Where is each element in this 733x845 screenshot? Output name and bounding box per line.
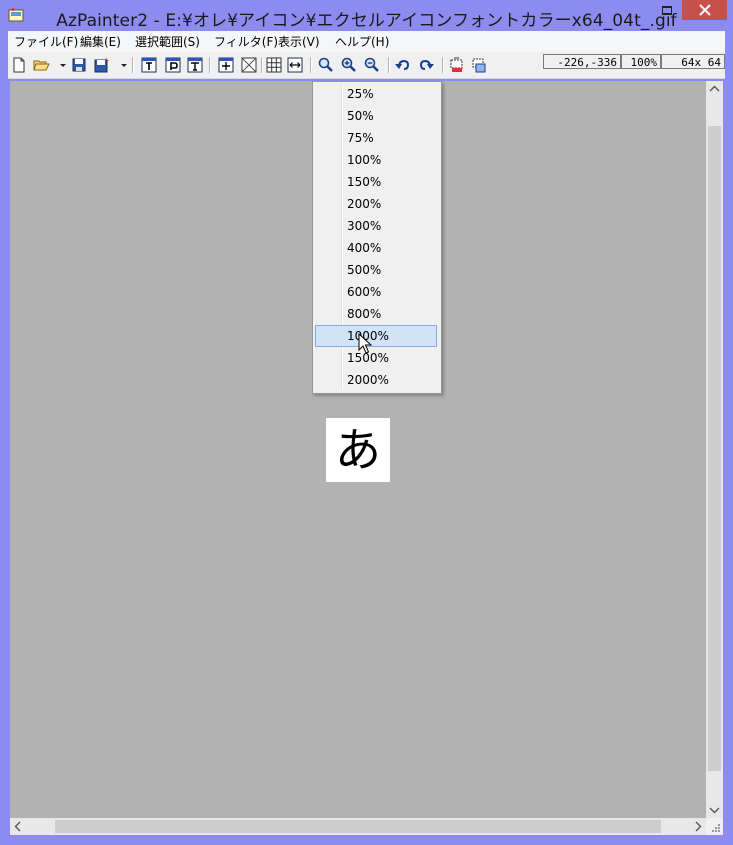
zoom-in-icon[interactable] [340,56,358,74]
save-icon[interactable] [70,56,88,74]
zoom-option[interactable]: 150% [315,171,437,193]
menu-file[interactable]: ファイル(F) [14,33,78,50]
toolbar-separator [132,57,134,73]
toolbar-separator [261,57,263,73]
menu-selection[interactable]: 選択範囲(S) [135,33,200,50]
save-as-icon[interactable] [93,56,111,74]
menu-view[interactable]: 表示(V) [278,33,320,50]
zoom-option[interactable]: 1500% [315,347,437,369]
open-folder-icon[interactable] [32,56,50,74]
zoom-option[interactable]: 75% [315,127,437,149]
dropdown-arrow-icon[interactable] [115,56,127,74]
toolbar-separator [209,57,211,73]
zoom-option[interactable]: 800% [315,303,437,325]
text-insert-icon[interactable] [186,56,204,74]
mouse-cursor-icon [358,332,373,355]
image-size: 64x 64 [661,54,725,69]
menu-help[interactable]: ヘルプ(H) [335,33,389,50]
toolbar-separator [442,57,444,73]
horizontal-scrollbar[interactable] [10,818,706,835]
vertical-scroll-thumb[interactable] [708,126,721,771]
zoom-option[interactable]: 400% [315,237,437,259]
zoom-icon[interactable] [317,56,335,74]
menu-edit[interactable]: 編集(E) [80,33,121,50]
layer-icon[interactable] [448,56,466,74]
zoom-option[interactable]: 2000% [315,369,437,391]
zoom-level: 100% [621,54,661,69]
toolbar-separator [388,57,390,73]
grid-icon[interactable] [265,56,283,74]
menu-bar: ファイル(F) 編集(E) 選択範囲(S) フィルタ(F) 表示(V) ヘルプ(… [8,31,725,52]
zoom-option[interactable]: 100% [315,149,437,171]
zoom-option[interactable]: 600% [315,281,437,303]
new-file-icon[interactable] [10,56,28,74]
zoom-option[interactable]: 200% [315,193,437,215]
close-button[interactable] [682,0,727,20]
undo-icon[interactable] [394,56,412,74]
image-tile[interactable]: あ [326,418,390,482]
scroll-left-icon[interactable] [14,821,22,835]
zoom-dropdown-menu: 25% 50% 75% 100% 150% 200% 300% 400% 500% 600% 800… [312,81,442,394]
horizontal-scroll-thumb[interactable] [55,820,661,833]
scroll-up-icon[interactable] [709,84,720,96]
zoom-option[interactable]: 25% [315,83,437,105]
zoom-option[interactable]: 500% [315,259,437,281]
scroll-down-icon[interactable] [709,805,720,817]
zoom-out-icon[interactable] [363,56,381,74]
vertical-scrollbar[interactable] [706,81,723,818]
paste-tool-icon[interactable] [164,56,182,74]
text-tool-icon[interactable] [140,56,158,74]
transparent-icon[interactable] [240,56,258,74]
cursor-coordinates: -226,-336 [543,54,621,69]
window-title: AzPainter2 - E:¥オレ¥アイコン¥エクセルアイコンフォントカラーx… [56,11,677,31]
size-grip[interactable] [706,818,723,835]
crop-icon[interactable] [217,56,235,74]
maximize-icon[interactable] [662,6,672,15]
image-glyph: あ [335,423,381,477]
layer-copy-icon[interactable] [470,56,488,74]
redo-icon[interactable] [417,56,435,74]
toolbar-separator [310,57,312,73]
fit-width-icon[interactable] [286,56,304,74]
menu-filter[interactable]: フィルタ(F) [214,33,278,50]
dropdown-arrow-icon[interactable] [54,56,66,74]
zoom-option[interactable]: 300% [315,215,437,237]
scroll-right-icon[interactable] [694,821,702,835]
window-frame: AzPainter2 - E:¥オレ¥アイコン¥エクセルアイコンフォントカラーx… [0,0,733,845]
zoom-option[interactable]: 1000% [315,325,437,347]
title-bar[interactable]: AzPainter2 - E:¥オレ¥アイコン¥エクセルアイコンフォントカラーx… [0,0,733,31]
zoom-option[interactable]: 50% [315,105,437,127]
